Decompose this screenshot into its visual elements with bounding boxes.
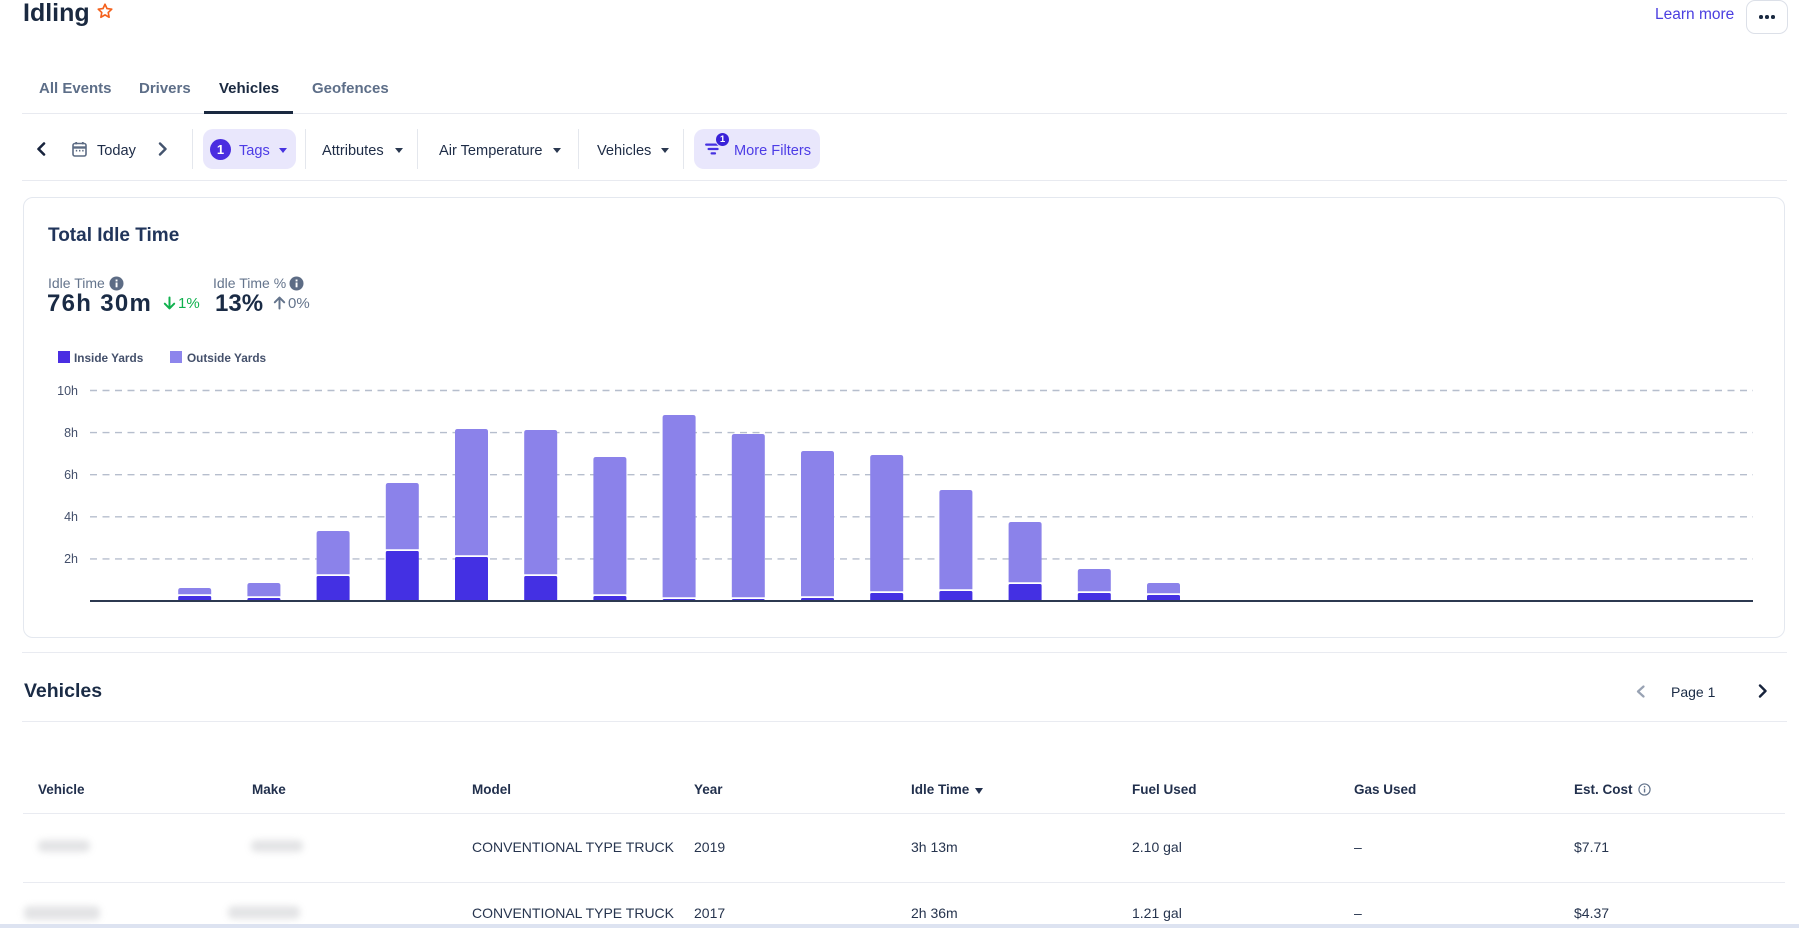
svg-text:6h: 6h: [64, 468, 78, 482]
svg-text:10h: 10h: [57, 384, 78, 398]
svg-text:2h: 2h: [64, 552, 78, 566]
svg-text:4h: 4h: [64, 510, 78, 524]
svg-text:8h: 8h: [64, 426, 78, 440]
